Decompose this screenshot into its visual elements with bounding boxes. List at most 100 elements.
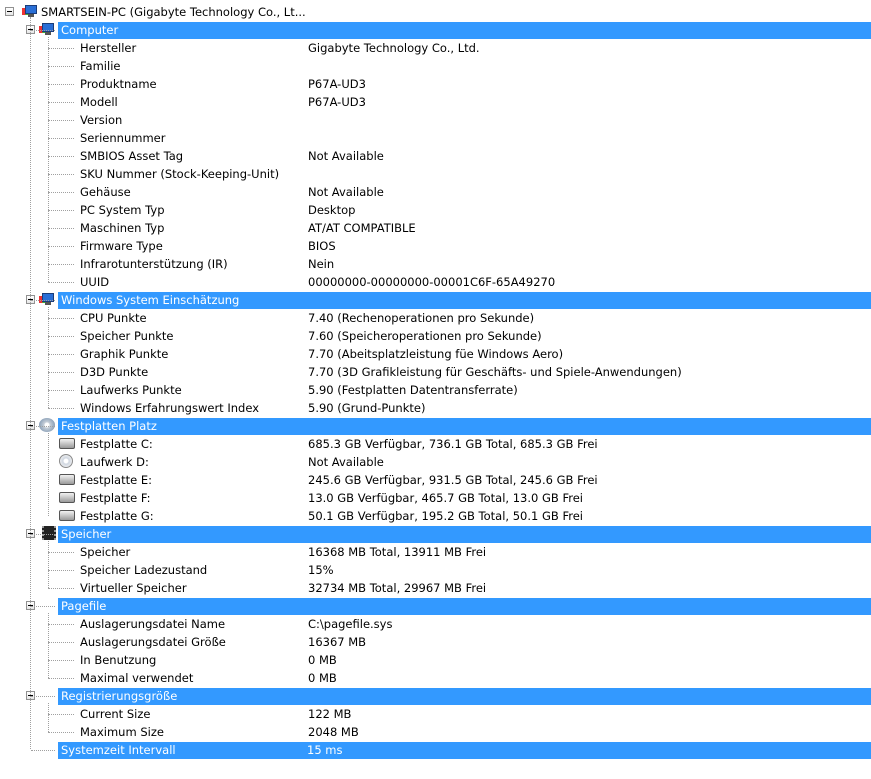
item-label: Laufwerk D: [80,455,149,469]
tree-item[interactable]: Festplatte C: 685.3 GB Verfügbar, 736.1 G… [0,435,871,453]
tree-connector [48,84,74,85]
tree-item[interactable]: Laufwerks Punkte 5.90 (Festplatten Datent… [0,381,871,399]
item-label: Gehäuse [80,185,131,199]
tree-item[interactable]: PC System Typ Desktop [0,201,871,219]
section-value: 15 ms [307,743,343,757]
tree-connector [48,336,74,337]
tree-item[interactable]: Maschinen Typ AT/AT COMPATIBLE [0,219,871,237]
tree-item[interactable]: Version [0,111,871,129]
tree-item[interactable]: Maximum Size 2048 MB [0,723,871,741]
tree-item[interactable]: Laufwerk D: Not Available [0,453,871,471]
item-value: 15% [308,563,334,577]
tree-connector [48,408,74,409]
tree-connector [31,426,55,427]
tree-connector [48,642,74,643]
tree-item[interactable]: Seriennummer [0,129,871,147]
collapse-toggle[interactable] [5,7,14,16]
tree-item[interactable]: Current Size 122 MB [0,705,871,723]
tree-connector [48,174,74,175]
tree-item[interactable]: Speicher 16368 MB Total, 13911 MB Frei [0,543,871,561]
tree-connector [48,246,74,247]
section-festplatten-platz[interactable]: Festplatten Platz [0,417,871,435]
tree-item[interactable]: Modell P67A-UD3 [0,93,871,111]
section-title: Pagefile [61,599,107,613]
item-value: 50.1 GB Verfügbar, 195.2 GB Total, 50.1 … [308,509,583,523]
item-label: Maschinen Typ [80,221,165,235]
tree-item[interactable]: Auslagerungsdatei Name C:\pagefile.sys [0,615,871,633]
item-value: 16367 MB [308,635,367,649]
item-label: Festplatte F: [80,491,151,505]
tree-item[interactable]: Auslagerungsdatei Größe 16367 MB [0,633,871,651]
item-value: 685.3 GB Verfügbar, 736.1 GB Total, 685.… [308,437,598,451]
tree-connector [48,48,74,49]
section-header[interactable]: Computer [58,22,871,39]
tree-item[interactable]: Familie [0,57,871,75]
hdd-icon [59,474,75,485]
item-label: SMBIOS Asset Tag [80,149,184,163]
tree-connector [48,120,74,121]
tree-item[interactable]: UUID 00000000-00000000-00001C6F-65A49270 [0,273,871,291]
disk-space-icon [39,418,55,432]
tree-item[interactable]: Windows Erfahrungswert Index 5.90 (Grund-… [0,399,871,417]
tree-item[interactable]: Produktname P67A-UD3 [0,75,871,93]
item-label: Version [80,113,123,127]
tree-item[interactable]: SKU Nummer (Stock-Keeping-Unit) [0,165,871,183]
tree-item[interactable]: Maximal verwendet 0 MB [0,669,871,687]
tree-item[interactable]: Festplatte G: 50.1 GB Verfügbar, 195.2 GB… [0,507,871,525]
item-label: Infrarotunterstützung (IR) [80,257,228,271]
tree-item[interactable]: Hersteller Gigabyte Technology Co., Ltd. [0,39,871,57]
item-value: 7.70 (3D Grafikleistung für Geschäfts- u… [308,365,682,379]
tree-item[interactable]: Virtueller Speicher 32734 MB Total, 29967… [0,579,871,597]
tree-connector [48,66,74,67]
computer-icon [22,4,38,18]
section-header[interactable]: Registrierungsgröße [58,688,871,705]
tree-item[interactable]: Festplatte E: 245.6 GB Verfügbar, 931.5 G… [0,471,871,489]
item-value: 16368 MB Total, 13911 MB Frei [308,545,487,559]
section-computer[interactable]: Computer [0,21,871,39]
section-header[interactable]: Systemzeit Intervall 15 ms [58,742,871,759]
item-value: Nein [308,257,335,271]
tree-item[interactable]: D3D Punkte 7.70 (3D Grafikleistung für Ge… [0,363,871,381]
item-label: Seriennummer [80,131,166,145]
tree-item[interactable]: SMBIOS Asset Tag Not Available [0,147,871,165]
tree-item[interactable]: Festplatte F: 13.0 GB Verfügbar, 465.7 GB… [0,489,871,507]
item-label: Festplatte C: [80,437,153,451]
item-value: P67A-UD3 [308,95,366,109]
tree-connector [48,354,74,355]
tree-connector [48,228,74,229]
tree-item[interactable]: In Benutzung 0 MB [0,651,871,669]
tree-line [48,37,49,282]
section-windows-system-einschätzung[interactable]: Windows System Einschätzung [0,291,871,309]
tree-connector [48,372,74,373]
tree-root[interactable]: SMARTSEIN-PC (Gigabyte Technology Co., L… [0,3,871,21]
item-value: 7.70 (Abeitsplatzleistung füe Windows Ae… [308,347,564,361]
section-header[interactable]: Festplatten Platz [58,418,871,435]
tree-item[interactable]: Graphik Punkte 7.70 (Abeitsplatzleistung … [0,345,871,363]
item-value: 245.6 GB Verfügbar, 931.5 GB Total, 245.… [308,473,598,487]
item-label: Laufwerks Punkte [80,383,182,397]
section-header[interactable]: Windows System Einschätzung [58,292,871,309]
tree-item[interactable]: Infrarotunterstützung (IR) Nein [0,255,871,273]
tree-connector [48,138,74,139]
tree-connector [48,264,74,265]
tree-item[interactable]: Gehäuse Not Available [0,183,871,201]
tree-item[interactable]: CPU Punkte 7.40 (Rechenoperationen pro Se… [0,309,871,327]
tree-connector [48,192,74,193]
section-title: Windows System Einschätzung [61,293,240,307]
tree-item[interactable]: Speicher Punkte 7.60 (Speicheroperationen… [0,327,871,345]
section-speicher[interactable]: Speicher [0,525,871,543]
section-pagefile[interactable]: Pagefile [0,597,871,615]
section-systemzeit-intervall[interactable]: Systemzeit Intervall 15 ms [0,741,871,759]
tree-item[interactable]: Firmware Type BIOS [0,237,871,255]
hdd-icon [59,510,75,521]
section-title: Systemzeit Intervall [61,743,176,757]
section-header[interactable]: Speicher [58,526,871,543]
item-value: 13.0 GB Verfügbar, 465.7 GB Total, 13.0 … [308,491,583,505]
section-header[interactable]: Pagefile [58,598,871,615]
section-registrierungsgröße[interactable]: Registrierungsgröße [0,687,871,705]
item-label: Produktname [80,77,157,91]
tree-item[interactable]: Speicher Ladezustand 15% [0,561,871,579]
cd-drive-icon [59,454,73,468]
tree-connector [31,534,55,535]
item-value: P67A-UD3 [308,77,366,91]
